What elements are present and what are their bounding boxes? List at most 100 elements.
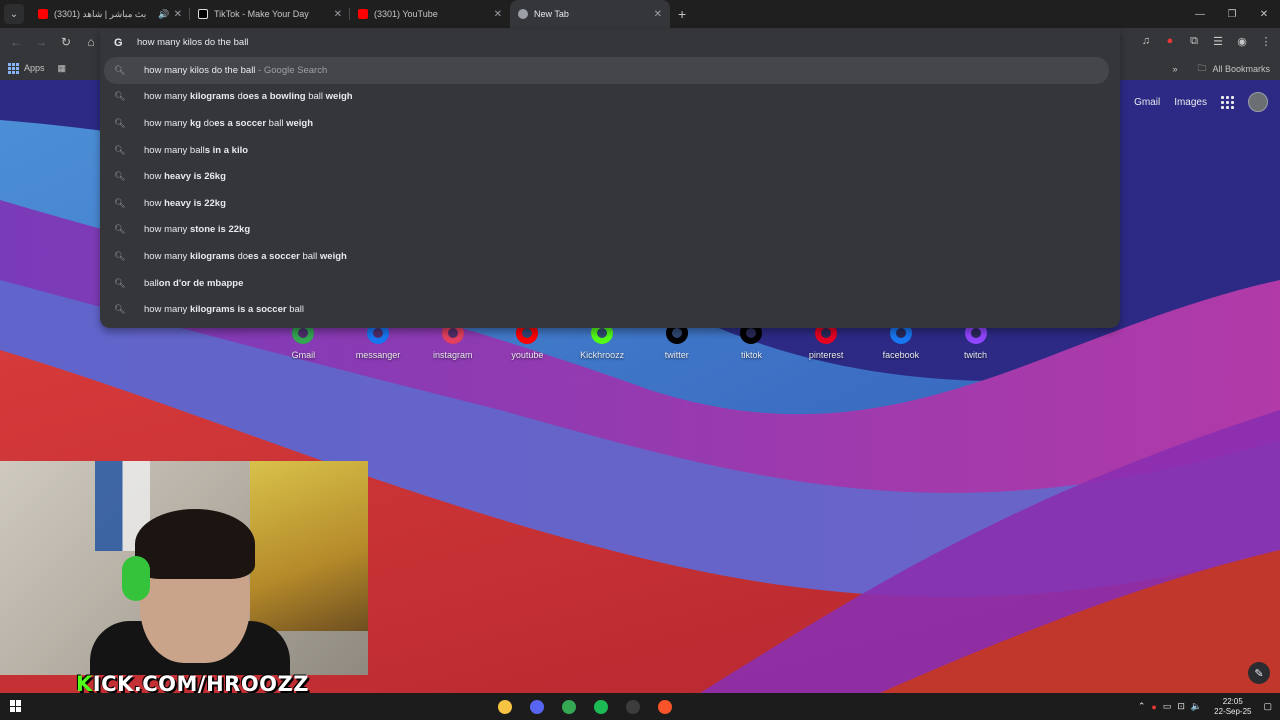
tab-0[interactable]: بث مباشر | شاهد (3301) 🔊 ✕	[30, 0, 190, 28]
restore-icon[interactable]: ❐	[1216, 0, 1248, 28]
menu-kebab-icon[interactable]: ⋮	[1256, 31, 1276, 51]
suggestion-text: how many balls in a kilo	[144, 144, 249, 156]
extensions-puzzle-icon[interactable]: ⧉	[1184, 31, 1204, 51]
suggestion-item[interactable]: 🔍︎ how heavy is 22kg	[100, 190, 1120, 217]
tray-app-icon[interactable]: ●	[1151, 702, 1156, 712]
taskbar-apps	[494, 696, 676, 718]
file-explorer-icon	[498, 700, 512, 714]
suggestion-item[interactable]: 🔍︎ how many stone is 22kg	[100, 217, 1120, 244]
omnibox[interactable]: G how many kilos do the ball	[100, 29, 1120, 56]
gmail-link[interactable]: Gmail	[1134, 97, 1160, 108]
suggestion-item[interactable]: 🔍︎ how many kilograms does a bowling ball…	[100, 84, 1120, 111]
extension-music-icon[interactable]: ♫	[1136, 31, 1156, 51]
webcam-overlay	[0, 461, 368, 675]
bookmark-apps[interactable]: Apps ▦	[8, 62, 67, 74]
tab-1[interactable]: TikTok - Make Your Day ✕	[190, 0, 350, 28]
close-tab-icon[interactable]: ✕	[654, 9, 662, 20]
search-icon: 🔍︎	[114, 91, 126, 102]
account-avatar[interactable]	[1248, 92, 1268, 112]
shortcut-label: Kickhroozz	[580, 350, 625, 360]
spotify-icon	[594, 700, 608, 714]
folder-icon: 🗀	[1197, 63, 1207, 73]
shortcut-label: tiktok	[740, 350, 762, 360]
discord-like-taskbar-icon[interactable]	[526, 696, 548, 718]
clock[interactable]: 22:05 22-Sep-25	[1214, 697, 1251, 717]
suggestion-item[interactable]: 🔍︎ how heavy is 26kg	[100, 163, 1120, 190]
minimize-icon[interactable]: —	[1184, 0, 1216, 28]
wall-poster	[250, 461, 368, 631]
shortcut-label: youtube	[511, 350, 544, 360]
search-icon: 🔍︎	[114, 224, 126, 235]
suggestion-text: how many kilograms does a bowling ball w…	[144, 91, 353, 103]
streamer-hair	[135, 509, 255, 579]
google-g-icon: G	[114, 36, 123, 49]
tab-2[interactable]: (3301) YouTube ✕	[350, 0, 510, 28]
shortcut-label: facebook	[882, 350, 920, 360]
tab-3[interactable]: New Tab ✕	[510, 0, 670, 28]
tiktok-favicon-icon	[198, 9, 208, 19]
tab-groups-icon[interactable]: ▦	[58, 63, 67, 74]
back-icon[interactable]: ←	[4, 30, 28, 54]
tab-title: بث مباشر | شاهد (3301)	[54, 8, 147, 19]
tab-search-button[interactable]: ⌄	[4, 4, 24, 24]
close-window-icon[interactable]: ✕	[1248, 0, 1280, 28]
search-icon: 🔍︎	[114, 277, 126, 288]
reload-icon[interactable]: ↻	[54, 30, 78, 54]
window-controls: — ❐ ✕	[1184, 0, 1280, 28]
clock-date: 22-Sep-25	[1214, 706, 1252, 716]
chevron-double-right-icon[interactable]: »	[1172, 64, 1177, 74]
images-link[interactable]: Images	[1174, 97, 1207, 108]
google-header: Gmail Images	[1134, 92, 1268, 112]
suggestion-item[interactable]: 🔍︎ how many kilos do the ball - Google Se…	[104, 57, 1109, 84]
search-icon: 🔍︎	[114, 197, 126, 208]
suggestion-item[interactable]: 🔍︎ how many kilograms does a soccer ball …	[100, 243, 1120, 270]
omnibox-input[interactable]: how many kilos do the ball	[137, 37, 248, 48]
audio-icon[interactable]: 🔊	[158, 9, 169, 20]
suggestion-text: how many stone is 22kg	[144, 224, 251, 236]
toolbar-extensions: ♫ ● ⧉ ☰ ◉ ⋮	[1136, 31, 1276, 51]
spotify-taskbar-icon[interactable]	[590, 696, 612, 718]
reading-list-icon[interactable]: ☰	[1208, 31, 1228, 51]
apps-grid-icon	[8, 62, 19, 74]
network-icon[interactable]: ⊡	[1177, 701, 1185, 712]
obs-taskbar-icon[interactable]	[622, 696, 644, 718]
brave-taskbar-icon[interactable]	[654, 696, 676, 718]
chrome-favicon-icon	[518, 9, 528, 19]
file-explorer-taskbar-icon[interactable]	[494, 696, 516, 718]
tab-title: (3301) YouTube	[374, 9, 438, 19]
chrome-icon	[562, 700, 576, 714]
all-bookmarks-label: All Bookmarks	[1212, 64, 1270, 74]
close-tab-icon[interactable]: ✕	[494, 9, 502, 20]
customize-pencil-icon[interactable]: ✎	[1248, 662, 1270, 684]
tab-strip: ⌄ بث مباشر | شاهد (3301) 🔊 ✕ TikTok - Ma…	[0, 0, 1280, 28]
extension-record-icon[interactable]: ●	[1160, 31, 1180, 51]
youtube-favicon-icon	[38, 9, 48, 19]
profile-avatar-icon[interactable]: ◉	[1232, 31, 1252, 51]
search-icon: 🔍︎	[114, 250, 126, 261]
close-tab-icon[interactable]: ✕	[334, 9, 342, 20]
shortcut-label: pinterest	[808, 350, 844, 360]
suggestion-text: ballon d'or de mbappe	[144, 277, 244, 289]
chrome-taskbar-icon[interactable]	[558, 696, 580, 718]
system-tray: ⌃ ● ▭ ⊡ 🔈 22:05 22-Sep-25 ▢	[1138, 693, 1272, 720]
close-tab-icon[interactable]: ✕	[174, 9, 182, 20]
windows-start-icon[interactable]	[10, 700, 22, 712]
forward-icon[interactable]: →	[29, 30, 53, 54]
search-icon: 🔍︎	[114, 304, 126, 315]
notifications-icon[interactable]: ▢	[1263, 701, 1272, 712]
all-bookmarks[interactable]: » 🗀 All Bookmarks	[1172, 61, 1270, 77]
volume-icon[interactable]: 🔈	[1191, 701, 1202, 712]
suggestion-item[interactable]: 🔍︎ how many kilograms is a soccer ball	[100, 296, 1120, 323]
suggestion-item[interactable]: 🔍︎ how many balls in a kilo	[100, 137, 1120, 164]
battery-icon[interactable]: ▭	[1163, 701, 1172, 712]
suggestion-item[interactable]: 🔍︎ ballon d'or de mbappe	[100, 270, 1120, 297]
obs-icon	[626, 700, 640, 714]
new-tab-button[interactable]: +	[678, 6, 686, 22]
suggestion-text: how many kilograms does a soccer ball we…	[144, 250, 347, 262]
suggestion-item[interactable]: 🔍︎ how many kg does a soccer ball weigh	[100, 110, 1120, 137]
tray-chevron-icon[interactable]: ⌃	[1138, 701, 1146, 712]
suggestion-text: how heavy is 26kg	[144, 171, 226, 183]
search-icon: 🔍︎	[114, 117, 126, 128]
apps-label: Apps	[24, 63, 45, 73]
google-apps-icon[interactable]	[1221, 95, 1234, 109]
